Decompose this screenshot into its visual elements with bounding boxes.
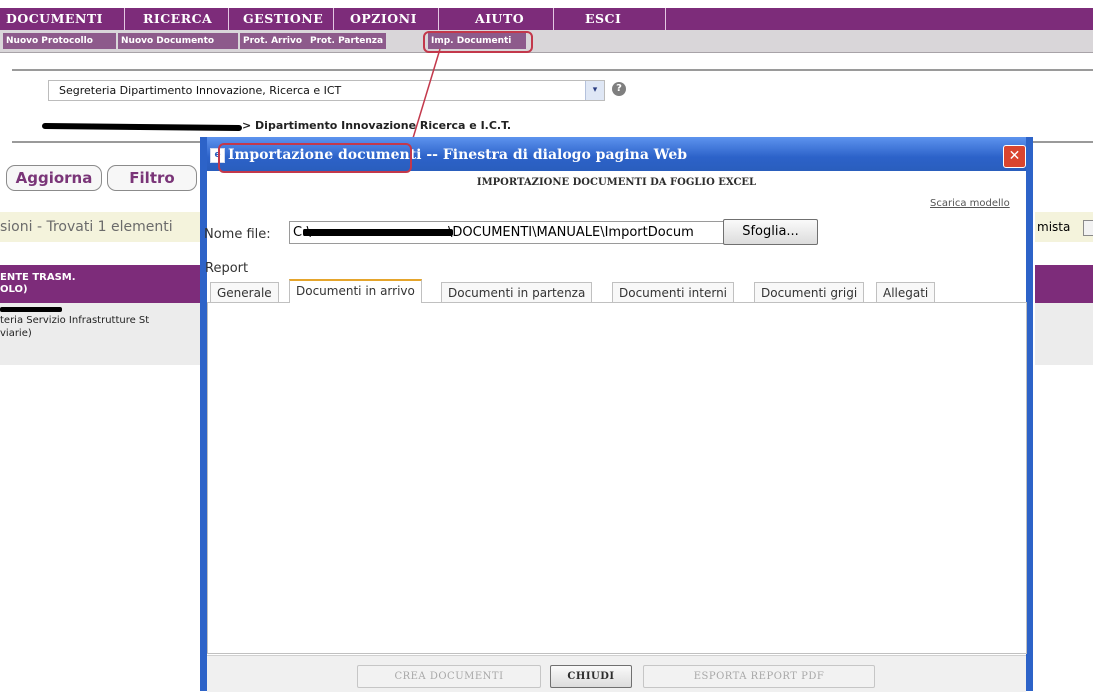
tab-documenti-interni[interactable]: Documenti interni [612,282,735,303]
highlight-dialog-title [218,143,412,173]
file-path-suffix: \DOCUMENTI\MANUALE\ImportDocum [448,225,694,240]
chiudi-button[interactable]: CHIUDI [550,665,632,688]
tab-documenti-grigi[interactable]: Documenti grigi [754,282,865,303]
redaction-bar [303,229,453,236]
tab-documenti-in-partenza[interactable]: Documenti in partenza [441,282,593,303]
scarica-modello-link[interactable]: Scarica modello [930,198,1010,209]
dialog-right-border [1026,137,1033,691]
report-label: Report [205,261,249,276]
report-tab-panel [207,302,1027,654]
tab-documenti-in-arrivo[interactable]: Documenti in arrivo [289,279,422,303]
file-label: Nome file: [204,227,271,242]
tab-allegati[interactable]: Allegati [876,282,936,303]
crea-documenti-button[interactable]: CREA DOCUMENTI [357,665,541,688]
close-icon[interactable]: ✕ [1003,145,1026,168]
dialog-title-suffix: -- Finestra di dialogo pagina Web [421,147,688,163]
annotation-line [409,48,441,149]
esporta-report-pdf-button[interactable]: ESPORTA REPORT PDF [643,665,875,688]
dialog-heading: IMPORTAZIONE DOCUMENTI DA FOGLIO EXCEL [476,177,757,188]
dialog-left-border [200,137,207,691]
browse-button[interactable]: Sfoglia... [723,219,818,245]
tab-generale[interactable]: Generale [210,282,279,303]
